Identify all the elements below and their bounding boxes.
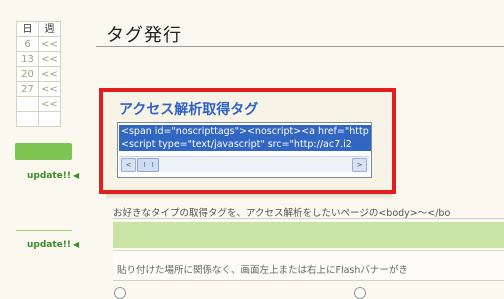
calendar-week-link[interactable]: << [38,66,61,82]
tag-code-textarea[interactable]: <span id="noscripttags"><noscript><a hre… [117,122,372,178]
sidebar-divider [16,230,72,231]
calendar-head-week: 週 [38,21,61,37]
triangle-left-icon: ◀ [72,240,80,249]
calendar-week-empty [38,111,61,127]
calendar-row: 27 << [16,81,61,97]
calendar-row: 20 << [16,66,61,82]
scroll-left-button[interactable]: < [121,158,136,172]
triangle-left-icon: ◀ [72,171,80,180]
calendar-head-sunday: 日 [16,21,39,37]
tag-box-title: アクセス解析取得タグ [119,102,259,118]
title-underline [96,46,504,47]
scrollbar-thumb[interactable] [137,158,159,172]
update-label: update!! [27,171,71,181]
description-text: お好きなタイプの取得タグを、アクセス解析をしたいページの<body>〜</bo [113,208,451,219]
scroll-right-button[interactable]: > [352,158,367,172]
calendar-week-link[interactable]: << [38,96,61,112]
update-label: update!! [27,240,71,250]
update-badge-2[interactable]: update!! ◀ [27,240,79,250]
calendar-table: 日 週 6 << 13 << 20 << 27 << << [16,21,61,127]
calendar-row: << [16,96,61,112]
calendar-row: 13 << [16,51,61,67]
horizontal-scrollbar[interactable]: < > [119,156,370,172]
content-divider [113,218,504,219]
update-badge-1[interactable]: update!! ◀ [27,171,79,181]
green-header-row [113,222,504,248]
calendar-header-row: 日 週 [16,21,61,37]
calendar-week-link[interactable]: << [38,51,61,67]
tag-code-line: <span id="noscripttags"><noscript><a hre… [119,125,371,138]
sidebar-green-bar[interactable] [15,143,72,160]
calendar-row: 6 << [16,36,61,52]
calendar-row [16,111,61,127]
highlight-frame: アクセス解析取得タグ <span id="noscripttags"><nosc… [99,88,396,194]
box-shadow [106,194,392,200]
content-divider [113,280,504,281]
calendar-day-link[interactable]: 6 [16,36,39,52]
calendar-day-link[interactable]: 27 [16,81,39,97]
option-radio[interactable] [114,287,126,299]
note-text: 貼り付けた場所に関係なく、画面左上または右上にFlashバナーがき [117,265,408,276]
page-title: タグ発行 [106,25,182,46]
calendar-day-link[interactable]: 20 [16,66,39,82]
calendar-day-empty [16,96,39,112]
tag-code-line: <script type="text/javascript" src="http… [119,138,371,151]
calendar-week-link[interactable]: << [38,36,61,52]
calendar-week-link[interactable]: << [38,81,61,97]
calendar-day-link[interactable]: 13 [16,51,39,67]
calendar-day-empty [16,111,39,127]
option-radio[interactable] [354,287,366,299]
